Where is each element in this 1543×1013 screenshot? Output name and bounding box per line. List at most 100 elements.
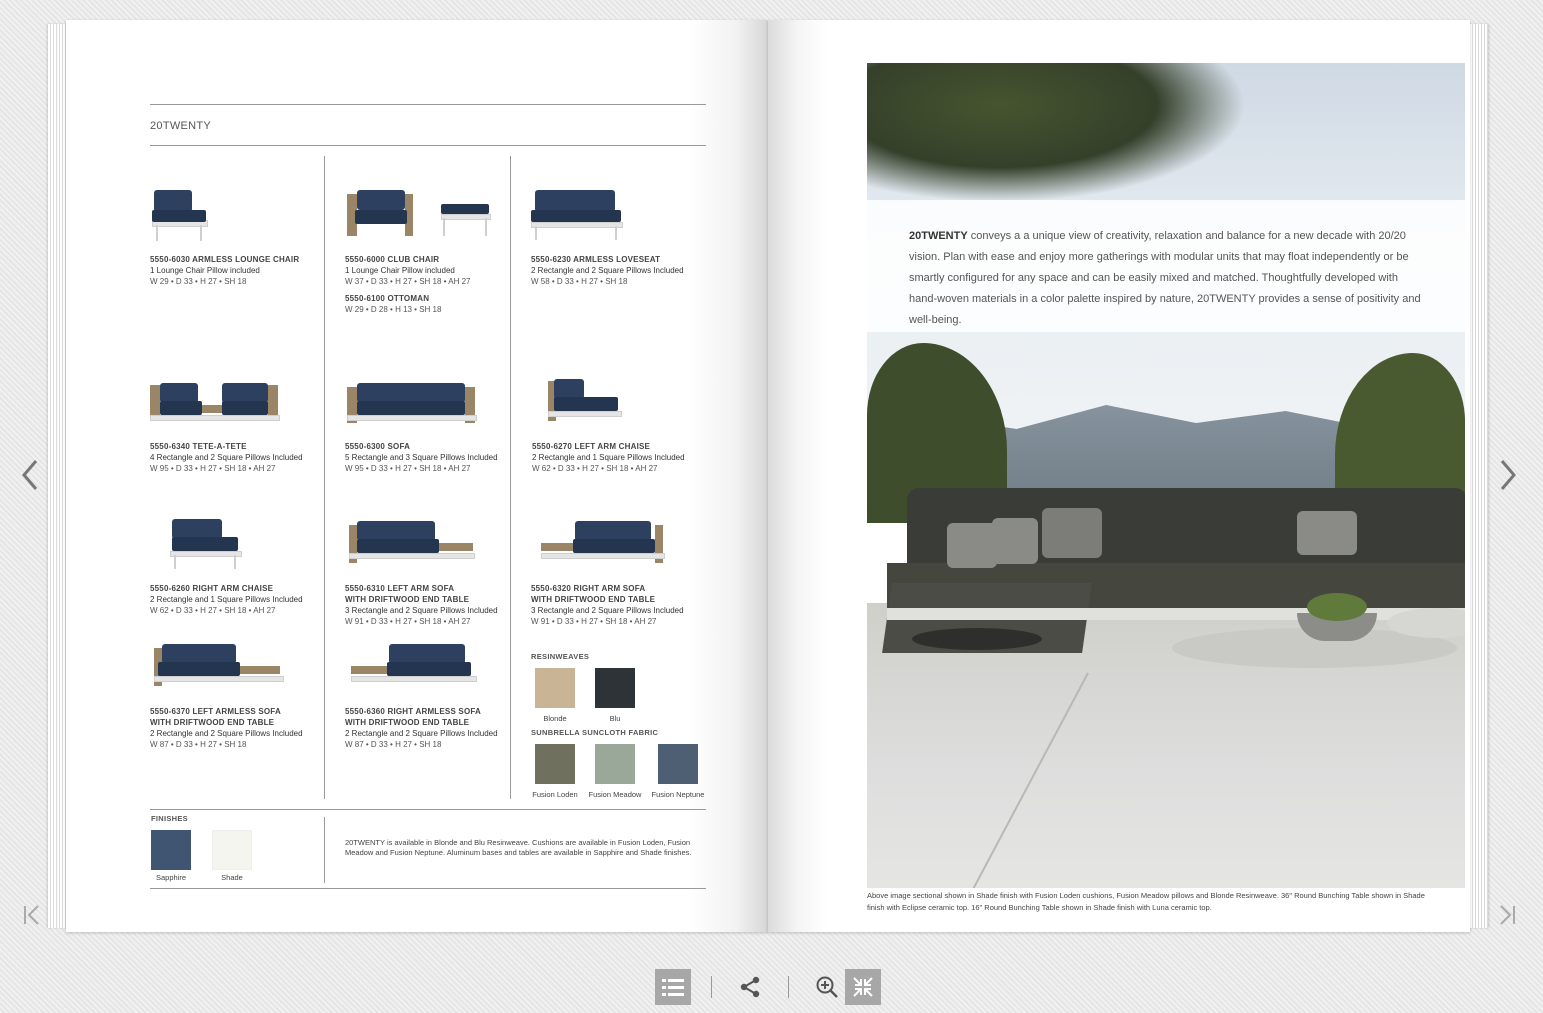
product-image: [345, 638, 520, 698]
product-dims: W 37 • D 33 • H 27 • SH 18 • AH 27: [345, 277, 471, 286]
swatch-label: Fusion Neptune: [651, 790, 705, 799]
product-desc: 4 Rectangle and 2 Square Pillows Include…: [150, 453, 303, 462]
intro-body: conveys a a unique view of creativity, r…: [909, 230, 1421, 326]
product-tete-a-tete[interactable]: 5550-6340 TETE-A-TETE 4 Rectangle and 2 …: [150, 373, 325, 474]
product-dims: W 87 • D 33 • H 27 • SH 18: [345, 740, 442, 749]
product-right-arm-sofa[interactable]: 5550-6320 RIGHT ARM SOFA WITH DRIFTWOOD …: [531, 515, 706, 627]
swatch-label: Shade: [221, 873, 243, 882]
product-dims: W 87 • D 33 • H 27 • SH 18: [150, 740, 247, 749]
next-page-button[interactable]: [1496, 455, 1520, 502]
product-left-arm-chaise[interactable]: 5550-6270 LEFT ARM CHAISE 2 Rectangle an…: [532, 373, 707, 474]
product-title: 5550-6360 RIGHT ARMLESS SOFA: [345, 707, 482, 716]
product-desc: 3 Rectangle and 2 Square Pillows Include…: [531, 606, 684, 615]
product-right-armless-sofa[interactable]: 5550-6360 RIGHT ARMLESS SOFA WITH DRIFTW…: [345, 638, 520, 750]
share-button[interactable]: [732, 969, 768, 1005]
product-club-chair[interactable]: 5550-6000 CLUB CHAIR 1 Lounge Chair Pill…: [345, 186, 520, 315]
chevron-right-icon: [1500, 460, 1516, 490]
product-dims: W 95 • D 33 • H 27 • SH 18 • AH 27: [345, 464, 471, 473]
product-left-armless-sofa[interactable]: 5550-6370 LEFT ARMLESS SOFA WITH DRIFTWO…: [150, 638, 325, 750]
chevron-left-icon: [22, 460, 38, 490]
swatch-blu[interactable]: [595, 668, 635, 708]
product-title: 5550-6340 TETE-A-TETE: [150, 442, 247, 451]
list-icon: [662, 978, 684, 996]
product-title: 5550-6300 SOFA: [345, 442, 411, 451]
product-dims: W 91 • D 33 • H 27 • SH 18 • AH 27: [345, 617, 471, 626]
finishes-label: FINISHES: [151, 814, 188, 823]
product-title: 5550-6260 RIGHT ARM CHAISE: [150, 584, 274, 593]
first-page-icon: [24, 905, 39, 925]
product-armless-lounge-chair[interactable]: 5550-6030 ARMLESS LOUNGE CHAIR 1 Lounge …: [150, 186, 325, 287]
product-dims-ottoman: W 29 • D 28 • H 13 • SH 18: [345, 305, 442, 314]
share-icon: [740, 976, 760, 997]
swatch-label: Blonde: [543, 714, 567, 723]
exit-fullscreen-button[interactable]: [845, 968, 881, 1005]
swatch-label: Fusion Meadow: [588, 790, 642, 799]
product-desc: 2 Rectangle and 1 Square Pillows Include…: [150, 595, 303, 604]
toolbar-separator: [711, 975, 712, 998]
divider: [150, 104, 706, 105]
right-page[interactable]: 20TWENTY conveys a a unique view of crea…: [768, 20, 1470, 932]
product-image: [531, 515, 706, 575]
product-dims: W 62 • D 33 • H 27 • SH 18 • AH 27: [532, 464, 658, 473]
gutter-shadow: [768, 20, 828, 932]
product-title: 5550-6320 RIGHT ARM SOFA: [531, 584, 646, 593]
product-title-sub: WITH DRIFTWOOD END TABLE: [345, 595, 470, 604]
intro-brand: 20TWENTY: [909, 230, 968, 242]
column-divider: [324, 817, 325, 883]
product-desc: 1 Lounge Chair Pillow included: [150, 266, 260, 275]
product-image: [150, 186, 325, 246]
product-dims: W 62 • D 33 • H 27 • SH 18 • AH 27: [150, 606, 276, 615]
zoom-in-button[interactable]: [809, 969, 845, 1005]
product-image: [345, 186, 520, 246]
product-right-arm-chaise[interactable]: 5550-6260 RIGHT ARM CHAISE 2 Rectangle a…: [150, 515, 325, 616]
product-image: [532, 373, 707, 433]
product-title-sub: WITH DRIFTWOOD END TABLE: [345, 718, 470, 727]
product-image: [345, 373, 520, 433]
product-sofa[interactable]: 5550-6300 SOFA 5 Rectangle and 3 Square …: [345, 373, 520, 474]
product-title-ottoman: 5550-6100 OTTOMAN: [345, 294, 430, 303]
zoom-in-icon: [816, 976, 838, 998]
product-left-arm-sofa[interactable]: 5550-6310 LEFT ARM SOFA WITH DRIFTWOOD E…: [345, 515, 520, 627]
swatch-label: Sapphire: [155, 873, 187, 882]
prev-page-button[interactable]: [18, 455, 42, 502]
product-image: [531, 186, 706, 246]
product-title: 5550-6230 ARMLESS LOVESEAT: [531, 255, 661, 264]
product-dims: W 58 • D 33 • H 27 • SH 18: [531, 277, 628, 286]
swatch-fusion-neptune[interactable]: [658, 744, 698, 784]
product-image: [150, 373, 325, 433]
product-desc: 2 Rectangle and 2 Square Pillows Include…: [345, 729, 498, 738]
collapse-icon: [853, 976, 873, 997]
left-page[interactable]: 20TWENTY 5550-6030 ARMLESS LOUNGE CHAIR …: [66, 20, 768, 932]
intro-text: 20TWENTY conveys a a unique view of crea…: [909, 226, 1429, 331]
swatch-shade[interactable]: [212, 830, 252, 870]
viewer-toolbar: [655, 968, 881, 1005]
divider: [150, 888, 706, 889]
brand-header: 20TWENTY: [150, 120, 212, 132]
first-page-button[interactable]: [22, 903, 42, 934]
last-page-button[interactable]: [1497, 903, 1517, 934]
finishes-note: 20TWENTY is available in Blonde and Blu …: [345, 838, 692, 857]
swatch-label: Fusion Loden: [532, 790, 578, 799]
product-armless-loveseat[interactable]: 5550-6230 ARMLESS LOVESEAT 2 Rectangle a…: [531, 186, 706, 287]
swatch-fusion-loden[interactable]: [535, 744, 575, 784]
fabric-label: SUNBRELLA SUNCLOTH FABRIC: [531, 728, 659, 737]
swatch-sapphire[interactable]: [151, 830, 191, 870]
product-desc: 2 Rectangle and 2 Square Pillows Include…: [531, 266, 684, 275]
product-dims: W 91 • D 33 • H 27 • SH 18 • AH 27: [531, 617, 657, 626]
flipbook: 20TWENTY 5550-6030 ARMLESS LOUNGE CHAIR …: [48, 20, 1488, 932]
swatch-blonde[interactable]: [535, 668, 575, 708]
product-title: 5550-6370 LEFT ARMLESS SOFA: [150, 707, 281, 716]
product-desc: 3 Rectangle and 2 Square Pillows Include…: [345, 606, 498, 615]
product-dims: W 95 • D 33 • H 27 • SH 18 • AH 27: [150, 464, 276, 473]
table-of-contents-button[interactable]: [655, 968, 691, 1005]
product-title-sub: WITH DRIFTWOOD END TABLE: [531, 595, 656, 604]
toolbar-separator: [788, 975, 789, 998]
product-title-sub: WITH DRIFTWOOD END TABLE: [150, 718, 275, 727]
product-image: [150, 515, 325, 575]
product-dims: W 29 • D 33 • H 27 • SH 18: [150, 277, 247, 286]
product-title: 5550-6030 ARMLESS LOUNGE CHAIR: [150, 255, 300, 264]
product-title: 5550-6270 LEFT ARM CHAISE: [532, 442, 651, 451]
swatch-fusion-meadow[interactable]: [595, 744, 635, 784]
divider: [150, 145, 706, 146]
product-title: 5550-6310 LEFT ARM SOFA: [345, 584, 455, 593]
